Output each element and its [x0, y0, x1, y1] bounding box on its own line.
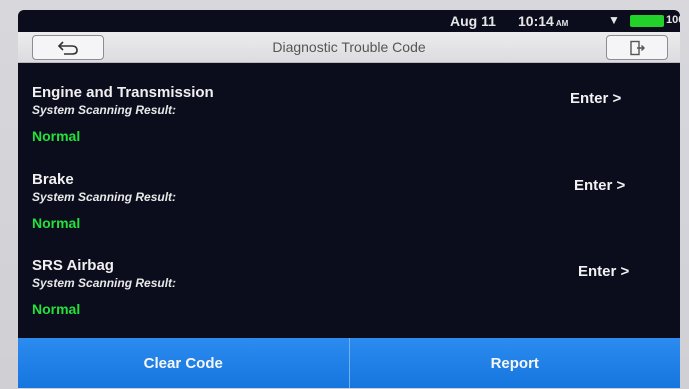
status-clock: 10:14	[518, 13, 554, 29]
status-date: Aug 11	[450, 13, 496, 29]
scan-result-status: Normal	[32, 128, 81, 144]
enter-button[interactable]: Enter >	[570, 90, 650, 112]
scan-result-label: System Scanning Result:	[32, 190, 177, 204]
exit-icon	[630, 40, 645, 55]
scan-result-status: Normal	[32, 301, 81, 317]
enter-button[interactable]: Enter >	[574, 177, 654, 199]
exit-button[interactable]	[606, 35, 668, 60]
scan-result-label: System Scanning Result:	[32, 103, 177, 117]
system-name: Engine and Transmission	[32, 84, 214, 101]
screen: Aug 11 10:14AM ▼ 100% Diagnostic Trouble…	[18, 10, 680, 388]
status-bar: Aug 11 10:14AM ▼ 100%	[18, 10, 680, 32]
wifi-icon: ▼	[608, 13, 620, 27]
status-ampm: AM	[555, 19, 569, 28]
battery-icon	[630, 15, 664, 27]
system-name: Brake	[32, 171, 74, 188]
system-name: SRS Airbag	[32, 257, 114, 274]
enter-button[interactable]: Enter >	[578, 263, 658, 285]
system-row-srs-airbag: SRS Airbag System Scanning Result: Norma…	[18, 257, 680, 343]
page-title: Diagnostic Trouble Code	[272, 39, 426, 55]
scan-result-label: System Scanning Result:	[32, 276, 177, 290]
bottom-action-bar: Clear Code Report	[18, 338, 680, 388]
title-bar: Diagnostic Trouble Code	[18, 32, 680, 63]
scan-result-status: Normal	[32, 215, 81, 231]
system-row-engine-transmission: Engine and Transmission System Scanning …	[18, 84, 680, 170]
clear-code-button[interactable]: Clear Code	[18, 338, 350, 388]
device-frame: Aug 11 10:14AM ▼ 100% Diagnostic Trouble…	[0, 0, 689, 389]
status-time: 10:14 AM	[518, 13, 568, 29]
battery-level: 100%	[666, 14, 680, 26]
system-row-brake: Brake System Scanning Result: Normal Ent…	[18, 171, 680, 257]
report-button[interactable]: Report	[349, 338, 680, 388]
